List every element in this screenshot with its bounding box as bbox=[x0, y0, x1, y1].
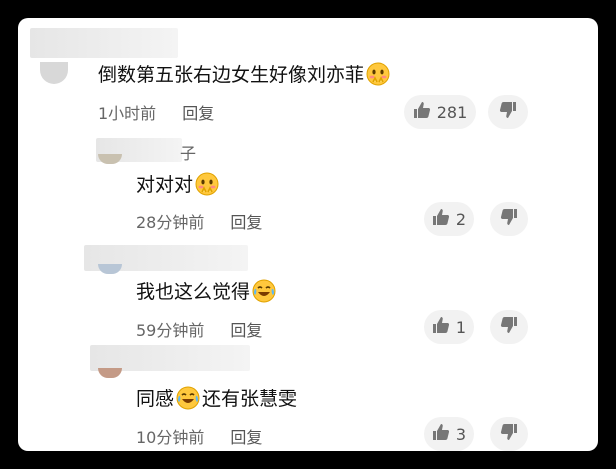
avatar[interactable] bbox=[98, 264, 122, 274]
comment-text: 倒数第五张右边女生好像刘亦菲 bbox=[98, 60, 390, 87]
dislike-button[interactable] bbox=[490, 417, 528, 451]
reply-button[interactable]: 回复 bbox=[230, 424, 262, 448]
comment-time: 28分钟前 bbox=[136, 213, 205, 232]
thumbs-up-icon bbox=[413, 101, 431, 123]
shy-face-emoji bbox=[366, 62, 390, 86]
comment-meta: 10分钟前 回复 bbox=[136, 424, 262, 448]
avatar[interactable] bbox=[40, 62, 68, 84]
comment-meta: 59分钟前 回复 bbox=[136, 317, 262, 341]
avatar[interactable] bbox=[98, 154, 122, 164]
reply-button[interactable]: 回复 bbox=[230, 317, 262, 341]
dislike-button[interactable] bbox=[488, 95, 528, 129]
comment-meta: 1小时前 回复 bbox=[98, 100, 214, 124]
avatar[interactable] bbox=[98, 368, 122, 378]
comment-text: 我也这么觉得 bbox=[136, 277, 276, 304]
thumbs-up-icon bbox=[432, 208, 450, 230]
like-button[interactable]: 1 bbox=[424, 310, 474, 344]
thumbs-up-icon bbox=[432, 423, 450, 445]
like-count: 1 bbox=[455, 317, 467, 337]
username-fragment: 子 bbox=[180, 144, 197, 163]
thumbs-down-icon bbox=[499, 101, 517, 123]
reply-button[interactable]: 回复 bbox=[230, 209, 262, 233]
thumbs-up-icon bbox=[432, 316, 450, 338]
like-count: 3 bbox=[455, 424, 467, 444]
like-button[interactable]: 3 bbox=[424, 417, 474, 451]
comment-time: 59分钟前 bbox=[136, 321, 205, 340]
comment-time: 1小时前 bbox=[98, 104, 157, 123]
shy-face-emoji bbox=[195, 172, 219, 196]
thumbs-down-icon bbox=[500, 208, 518, 230]
like-button[interactable]: 281 bbox=[404, 95, 476, 129]
comment-text-content: 我也这么觉得 bbox=[136, 281, 251, 303]
thumbs-down-icon bbox=[500, 423, 518, 445]
comment-panel: 倒数第五张右边女生好像刘亦菲 1小时前 回复 281 子 对对对 28分钟前 回… bbox=[18, 18, 598, 451]
laugh-cry-emoji bbox=[176, 386, 200, 410]
comment-text-content: 对对对 bbox=[136, 174, 194, 196]
comment-text-content: 倒数第五张右边女生好像刘亦菲 bbox=[98, 64, 365, 86]
comment-time: 10分钟前 bbox=[136, 428, 205, 447]
comment-text-before: 同感 bbox=[136, 388, 175, 410]
dislike-button[interactable] bbox=[490, 310, 528, 344]
comment-text-after: 还有张慧雯 bbox=[202, 388, 298, 410]
like-button[interactable]: 2 bbox=[424, 202, 474, 236]
thumbs-down-icon bbox=[500, 316, 518, 338]
reply-button[interactable]: 回复 bbox=[182, 100, 214, 124]
like-count: 281 bbox=[436, 102, 468, 122]
dislike-button[interactable] bbox=[490, 202, 528, 236]
like-count: 2 bbox=[455, 209, 467, 229]
laugh-cry-emoji bbox=[252, 279, 276, 303]
username-redacted bbox=[30, 28, 178, 58]
comment-text: 同感 还有张慧雯 bbox=[136, 384, 297, 411]
comment-meta: 28分钟前 回复 bbox=[136, 209, 262, 233]
comment-text: 对对对 bbox=[136, 170, 219, 197]
